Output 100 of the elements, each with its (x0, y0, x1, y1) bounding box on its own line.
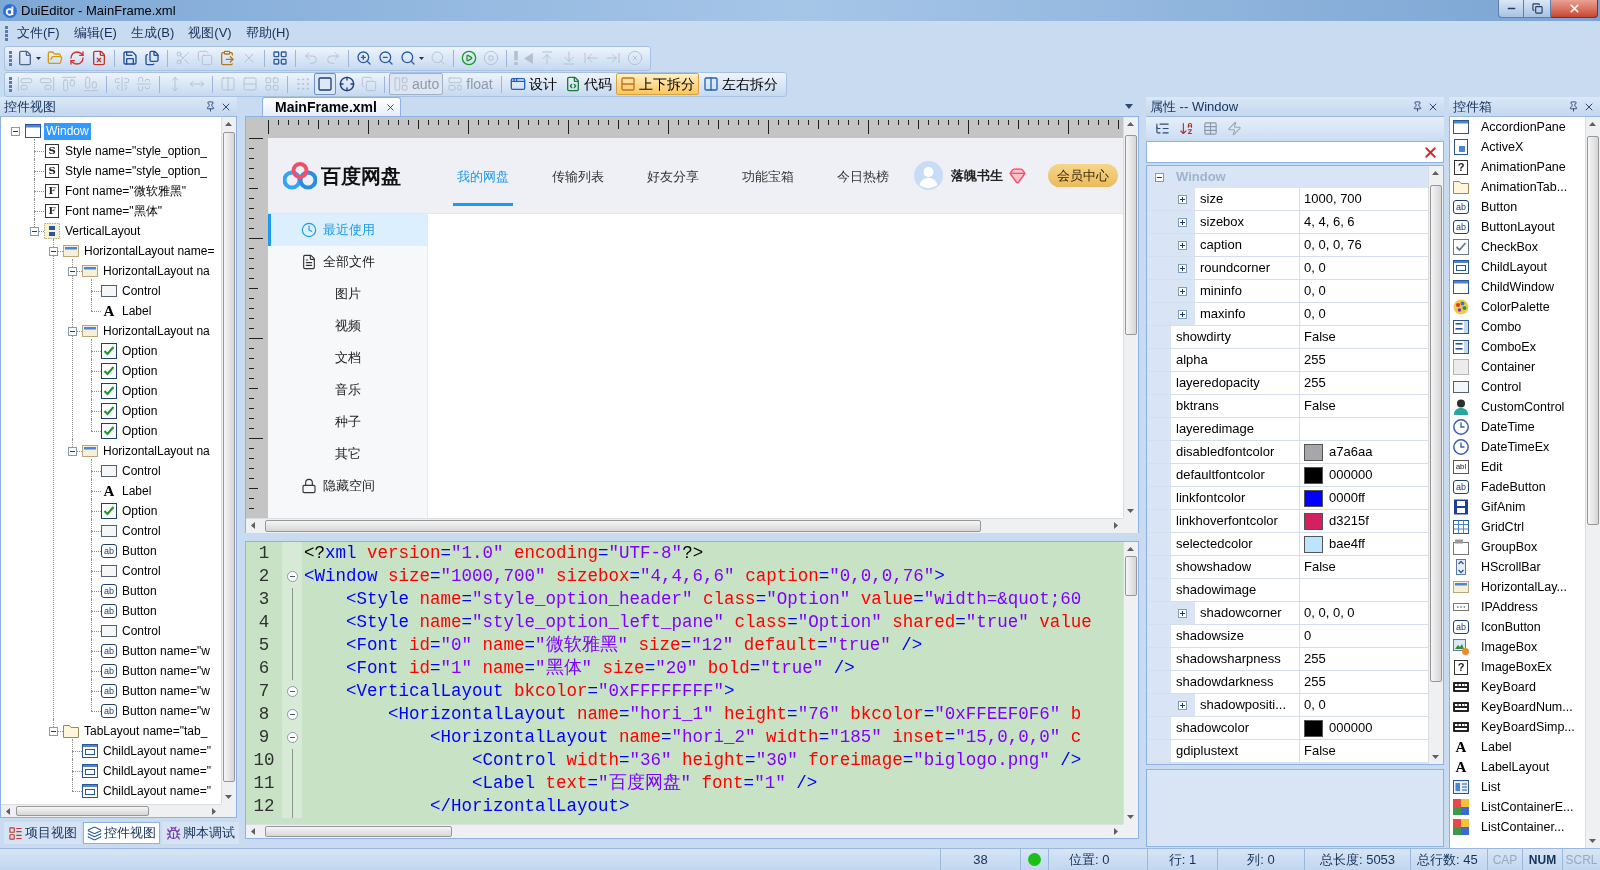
toolbox-item[interactable]: ab FadeButton (1450, 477, 1585, 497)
expander-icon[interactable] (1178, 240, 1187, 250)
scroll-down-arrow-icon[interactable] (1127, 509, 1134, 513)
property-row[interactable]: sizebox 4, 4, 6, 6 (1147, 211, 1428, 234)
scroll-up-arrow-icon[interactable] (1127, 122, 1134, 126)
expander-icon[interactable] (67, 446, 77, 456)
tree-item[interactable]: HorizontalLayout name= (82, 242, 217, 260)
toolbox-item[interactable]: Container (1450, 357, 1585, 377)
expander-icon[interactable] (1178, 194, 1187, 204)
property-row[interactable]: maxinfo 0, 0 (1147, 303, 1428, 326)
sidebar-item[interactable]: 其它 (268, 438, 427, 470)
tree-item[interactable]: Button name="w (120, 662, 212, 680)
menu-item[interactable]: 编辑(E) (66, 23, 124, 43)
toolbox-item[interactable]: ab Button (1450, 197, 1585, 217)
split-v-button[interactable]: 上下拆分 (615, 73, 699, 95)
split-h-button[interactable]: 左右拆分 (698, 73, 782, 95)
scroll-down-arrow-icon[interactable] (1127, 815, 1134, 819)
tree-item[interactable]: TabLayout name="tab_ (82, 722, 210, 740)
expander-icon[interactable] (1155, 172, 1164, 182)
toolbox-item[interactable]: ChildWindow (1450, 277, 1585, 297)
document-tab[interactable]: MainFrame.xml (262, 97, 401, 116)
toolbox-item[interactable]: ColorPalette (1450, 297, 1585, 317)
restore-button[interactable] (1524, 0, 1551, 18)
vertical-scrollbar[interactable] (1585, 117, 1600, 848)
scroll-left-arrow-icon[interactable] (251, 828, 255, 835)
sidebar-item[interactable]: 全部文件 (268, 246, 427, 278)
toolbox-item[interactable]: IPAddress (1450, 597, 1585, 617)
tree-item[interactable]: Style name="style_option_ (63, 142, 209, 160)
scrollbar-thumb[interactable] (1587, 136, 1599, 525)
property-row[interactable]: shadowsize 0 (1147, 625, 1428, 648)
tree-item[interactable]: ChildLayout name=" (101, 762, 213, 780)
expander-icon[interactable] (1178, 263, 1187, 273)
caret-icon[interactable] (36, 56, 41, 60)
sidebar-item[interactable]: 种子 (268, 406, 427, 438)
tree-item[interactable]: Button name="w (120, 702, 212, 720)
expander-icon[interactable] (1178, 309, 1187, 319)
toolbox-item[interactable]: ChildLayout (1450, 257, 1585, 277)
toolbox-item[interactable]: ? AnimationPane (1450, 157, 1585, 177)
nav-tab[interactable]: 功能宝箱 (738, 148, 798, 206)
horizontal-scrollbar[interactable] (1, 804, 221, 817)
scrollbar-thumb[interactable] (265, 826, 452, 837)
vertical-scrollbar[interactable] (1428, 166, 1443, 764)
tree-item[interactable]: ChildLayout name=" (101, 742, 213, 760)
tree-item[interactable]: Label (120, 302, 154, 320)
scrollbar-thumb[interactable] (1430, 185, 1442, 682)
scroll-right-arrow-icon[interactable] (1114, 828, 1118, 835)
panel-tab[interactable]: 项目视图 (4, 822, 81, 844)
panel-tab[interactable]: 控件视图 (83, 822, 160, 844)
tree-item[interactable]: VerticalLayout (63, 222, 143, 240)
toolbox-item[interactable]: DateTimeEx (1450, 437, 1585, 457)
scroll-down-arrow-icon[interactable] (1432, 755, 1439, 759)
nav-tab[interactable]: 好友分享 (643, 148, 703, 206)
menu-item[interactable]: 视图(V) (181, 23, 239, 43)
toolbox-item[interactable]: GifAnim (1450, 497, 1585, 517)
dropdown-arrow-icon[interactable] (1125, 104, 1133, 109)
toolbox-item[interactable]: Combo (1450, 317, 1585, 337)
color-swatch[interactable] (1304, 535, 1323, 553)
toolbox-item[interactable]: abl Edit (1450, 457, 1585, 477)
color-swatch[interactable] (1304, 466, 1323, 484)
tree-item[interactable]: Option (120, 402, 160, 420)
toolbox-item[interactable]: ComboEx (1450, 337, 1585, 357)
collapse-icon[interactable] (286, 709, 298, 720)
scroll-right-arrow-icon[interactable] (1114, 522, 1118, 529)
expander-icon[interactable] (1178, 286, 1187, 296)
expander-icon[interactable] (1178, 608, 1187, 618)
scroll-right-arrow-icon[interactable] (212, 808, 216, 815)
toolbox-item[interactable]: ActiveX (1450, 137, 1585, 157)
tree-item[interactable]: HorizontalLayout na (101, 442, 212, 460)
property-value[interactable]: 0, 0 (1304, 304, 1326, 324)
property-row[interactable]: layeredopacity 255 (1147, 372, 1428, 395)
collapse-icon[interactable] (286, 732, 298, 743)
menu-item[interactable]: 生成(B) (123, 23, 182, 43)
grip-icon[interactable] (5, 25, 8, 41)
scroll-down-arrow-icon[interactable] (1589, 839, 1596, 843)
property-row[interactable]: gdiplustext False (1147, 740, 1428, 763)
toolbox-item[interactable]: ImageBox (1450, 637, 1585, 657)
toolbox-item[interactable]: KeyBoard (1450, 677, 1585, 697)
tree-item[interactable]: Option (120, 422, 160, 440)
toolbox-item[interactable]: ? ImageBoxEx (1450, 657, 1585, 677)
property-row[interactable]: shadowdarkness 255 (1147, 671, 1428, 694)
property-row[interactable]: alpha 255 (1147, 349, 1428, 372)
tree-item[interactable]: Font name="微软雅黑" (63, 182, 188, 200)
tree-item[interactable]: Control (120, 622, 163, 640)
property-row[interactable]: mininfo 0, 0 (1147, 280, 1428, 303)
sidebar-item[interactable]: 隐藏空间 (268, 470, 427, 502)
vertical-scrollbar[interactable] (1123, 542, 1138, 824)
toolbox-item[interactable]: DateTime (1450, 417, 1585, 437)
tree-item[interactable]: HorizontalLayout na (101, 322, 212, 340)
tree-item[interactable]: HorizontalLayout na (101, 262, 212, 280)
menu-item[interactable]: 帮助(H) (238, 23, 297, 43)
expander-icon[interactable] (1178, 217, 1187, 227)
property-value[interactable]: 0 (1304, 626, 1312, 646)
tree-item[interactable]: Style name="style_option_ (63, 162, 209, 180)
toolbox-item[interactable]: CustomControl (1450, 397, 1585, 417)
grip-icon[interactable] (9, 76, 12, 92)
property-value[interactable]: 0, 0 (1304, 258, 1326, 278)
close-window-button[interactable] (1551, 0, 1598, 18)
property-row[interactable]: disabledfontcolor a7a6aa (1147, 441, 1428, 464)
toolbox-item[interactable]: HScrollBar (1450, 557, 1585, 577)
toolbox-item[interactable]: ListContainerE... (1450, 797, 1585, 817)
